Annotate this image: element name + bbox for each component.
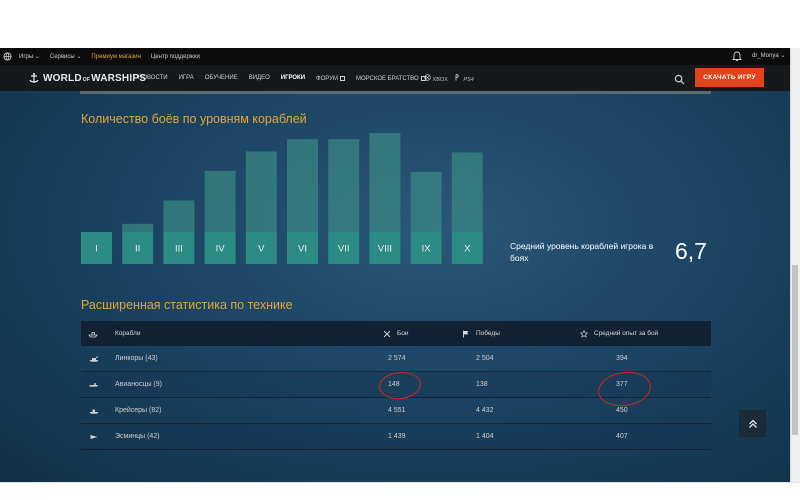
ship-class-name: Линкоры (43) [115, 355, 158, 362]
aircraft-carrier-icon [89, 381, 99, 389]
content-divider [80, 91, 711, 94]
header-ships[interactable]: Корабли [115, 330, 141, 337]
chart-bar-tier-VII[interactable] [328, 139, 360, 232]
anchor-logo-icon [29, 73, 39, 83]
chart-bar-tier-IV[interactable] [204, 170, 236, 232]
flag-icon [462, 330, 470, 338]
blank-area [0, 482, 800, 500]
star-icon [579, 329, 589, 338]
chart-bar-tier-IX[interactable] [410, 171, 442, 232]
chart-bar-tier-X[interactable] [451, 152, 483, 232]
tier-label-V: V [258, 244, 265, 255]
cruiser-icon [89, 407, 99, 415]
header-wins[interactable]: Победы [476, 330, 500, 337]
double-chevron-up-icon [748, 419, 757, 428]
header-battles[interactable]: Бои [397, 330, 409, 337]
tier-label-III: III [175, 244, 183, 255]
blank-area [0, 0, 800, 48]
platform-links: XBOX PS4 [424, 74, 474, 83]
ship-class-name: Эсминцы (42) [115, 433, 160, 440]
battleship-icon [89, 355, 99, 363]
avg-exp-value: 407 [616, 433, 628, 440]
chart-bar-tier-VIII[interactable] [369, 133, 401, 232]
download-game-button[interactable]: СКАЧАТЬ ИГРУ [695, 68, 764, 87]
table-row[interactable]: Линкоры (43) 2 574 2 504 394 [81, 346, 711, 372]
crossed-swords-icon [383, 330, 391, 338]
avg-tier-value: 6,7 [675, 238, 707, 264]
wins-value: 1 404 [476, 433, 494, 440]
extended-stats-title: Расширенная статистика по технике [81, 298, 293, 312]
world-of-warships-logo[interactable]: WORLD OF WARSHIPS [28, 70, 146, 86]
ship-icon [88, 330, 98, 338]
chart-bar-tier-V[interactable] [245, 151, 277, 232]
header-avg-exp[interactable]: Средний опыт за бой [594, 330, 658, 337]
battles-value: 2 574 [388, 355, 406, 362]
table-row[interactable]: Эсминцы (42) 1 439 1 404 407 [81, 424, 711, 450]
tier-label-IX: IX [422, 244, 432, 255]
nav-news[interactable]: НОВОСТИ [138, 75, 168, 81]
globe-icon[interactable] [3, 52, 13, 62]
table-header: Корабли Бои Победы Средний опыт за бой [81, 321, 711, 346]
search-icon[interactable] [674, 72, 686, 85]
tier-label-VI: VI [298, 244, 307, 255]
ps4-link[interactable]: PS4 [454, 74, 474, 83]
topbar-games-menu[interactable]: Игры ⌄ [19, 53, 40, 60]
chart-bar-tier-VI[interactable] [287, 139, 318, 232]
scrollbar-thumb[interactable] [792, 265, 798, 435]
chart-bar-tier-II[interactable] [122, 223, 154, 232]
playstation-icon [455, 74, 459, 81]
nav-items: НОВОСТИ ИГРА ОБУЧЕНИЕ ВИДЕО ИГРОКИ ФОРУМ… [138, 65, 437, 91]
tier-label-VII: VII [338, 244, 350, 255]
tier-label-X: X [464, 244, 471, 255]
nav-naval-brotherhood[interactable]: МОРСКОЕ БРАТСТВО [356, 75, 426, 82]
battles-by-tier-title: Количество боёв по уровням кораблей [81, 112, 307, 126]
nav-video[interactable]: ВИДЕО [249, 75, 270, 81]
tier-label-I: I [95, 244, 98, 255]
battles-value: 4 551 [388, 407, 406, 414]
battles-by-tier-chart: I II III IV V VI VII VIII IX X [81, 133, 483, 264]
nav-game[interactable]: ИГРА [179, 75, 194, 81]
topbar-support-link[interactable]: Центр поддержки [151, 54, 200, 60]
destroyer-icon [89, 433, 99, 441]
topbar-premium-shop-link[interactable]: Премиум магазин [91, 54, 140, 60]
tier-label-VIII: VIII [378, 244, 392, 255]
chart-bar-tier-III[interactable] [163, 200, 195, 232]
tier-label-II: II [135, 244, 140, 255]
ship-class-name: Крейсеры (82) [115, 407, 162, 414]
nav-forum[interactable]: ФОРУМ [316, 75, 345, 82]
avg-exp-value: 450 [616, 407, 628, 414]
avg-tier-label: Средний уровень кораблей игрока в боях [510, 241, 654, 263]
nav-players[interactable]: ИГРОКИ [281, 75, 305, 81]
user-menu[interactable]: dr_Monya ⌄ [752, 52, 785, 59]
external-link-icon [339, 75, 345, 81]
global-topbar: Игры ⌄ Сервисы ⌄ Премиум магазин Центр п… [0, 48, 790, 65]
tier-label-IV: IV [216, 244, 226, 255]
nav-tutorial[interactable]: ОБУЧЕНИЕ [205, 75, 238, 81]
notifications-bell-icon[interactable] [732, 51, 742, 62]
wins-value: 138 [476, 381, 488, 388]
wins-value: 4 432 [476, 407, 494, 414]
wins-value: 2 504 [476, 355, 494, 362]
scroll-to-top-button[interactable] [739, 410, 766, 437]
ship-class-name: Авианосцы (9) [115, 381, 162, 388]
battles-value: 1 439 [388, 433, 406, 440]
topbar-services-menu[interactable]: Сервисы ⌄ [50, 53, 82, 60]
avg-exp-value: 394 [616, 355, 628, 362]
main-nav: WORLD OF WARSHIPS НОВОСТИ ИГРА ОБУЧЕНИЕ ВИ… [0, 65, 790, 91]
page: Игры ⌄ Сервисы ⌄ Премиум магазин Центр п… [0, 0, 800, 500]
xbox-icon [424, 74, 431, 81]
xbox-link[interactable]: XBOX [424, 74, 448, 83]
